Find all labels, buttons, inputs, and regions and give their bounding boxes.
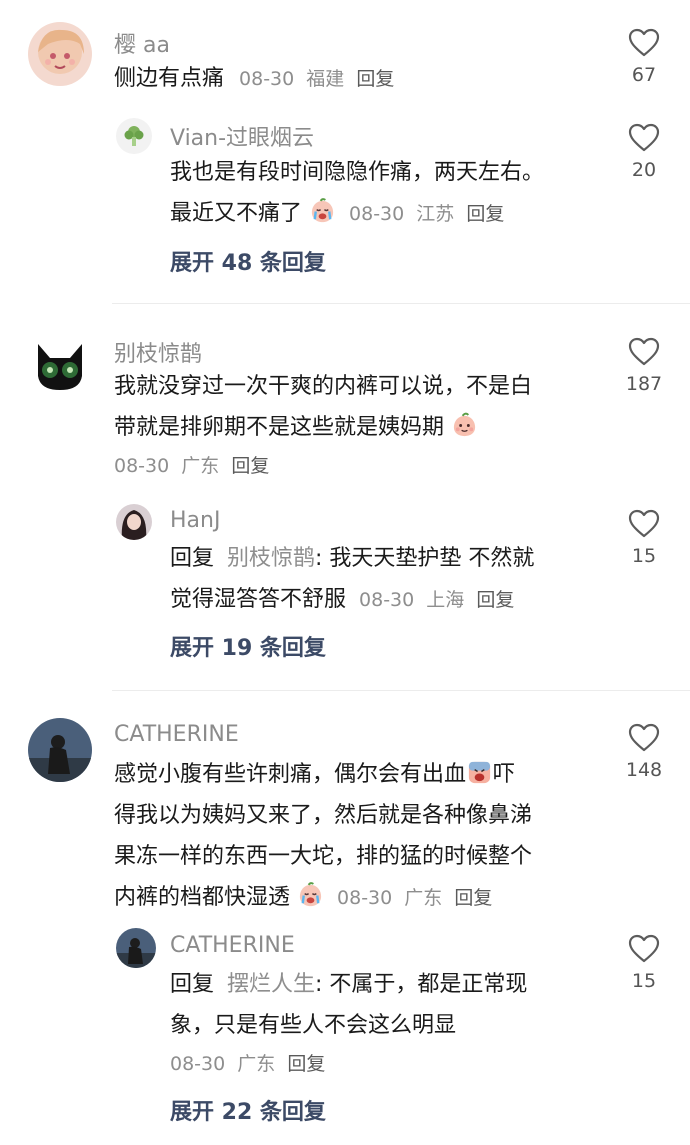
reply-date: 08-30 bbox=[170, 1053, 226, 1075]
divider bbox=[112, 690, 690, 691]
mention-link[interactable]: 摆烂人生 bbox=[227, 972, 315, 997]
crying-face-icon bbox=[299, 882, 322, 907]
reply-author[interactable]: Vian-过眼烟云 bbox=[170, 120, 314, 152]
like-count: 148 bbox=[625, 759, 663, 781]
like-count: 20 bbox=[631, 159, 657, 181]
comment-author[interactable]: CATHERINE bbox=[114, 722, 239, 747]
reply-body-line: 觉得湿答答不舒服 bbox=[170, 587, 347, 612]
divider bbox=[112, 303, 690, 304]
reply-body-line: 象，只是有些人不会这么明显 bbox=[170, 1013, 457, 1038]
avatar[interactable] bbox=[116, 928, 156, 968]
comment-body-line: 果冻一样的东西一大坨，排的猛的时候整个 bbox=[114, 844, 533, 869]
heart-icon bbox=[628, 509, 660, 538]
crying-face-icon bbox=[311, 198, 334, 223]
like-count: 67 bbox=[631, 64, 657, 86]
comment-location: 广东 bbox=[181, 455, 220, 477]
like-button[interactable]: 67 bbox=[614, 28, 674, 86]
reply-author[interactable]: HanJ bbox=[170, 508, 220, 533]
peach-face-icon bbox=[453, 412, 476, 437]
comment-body-line: 得我以为姨妈又来了，然后就是各种像鼻涕 bbox=[114, 803, 533, 828]
reply-body-line: 最近又不痛了 bbox=[170, 201, 303, 226]
expand-replies-button[interactable]: 展开 19 条回复 bbox=[170, 630, 326, 662]
avatar[interactable] bbox=[116, 504, 152, 540]
like-count: 15 bbox=[631, 545, 657, 567]
like-button[interactable]: 15 bbox=[614, 509, 674, 567]
comment-date: 08-30 bbox=[337, 887, 393, 909]
reply-location: 上海 bbox=[426, 589, 465, 611]
avatar[interactable] bbox=[28, 332, 92, 396]
comment-body-line: 吓 bbox=[493, 762, 516, 787]
mention-link[interactable]: 别枝惊鹊 bbox=[227, 546, 315, 571]
reply-text: 回复 别枝惊鹊: 我天天垫护垫 不然就 觉得湿答答不舒服 08-30 上海 回复 bbox=[170, 538, 534, 621]
comment-text: 感觉小腹有些许刺痛，偶尔会有出血 吓 得我以为姨妈又来了，然后就是各种像鼻涕 果… bbox=[114, 754, 532, 919]
comment-body: 侧边有点痛 bbox=[114, 66, 225, 91]
reply-text: 我也是有段时间隐隐作痛，两天左右。 最近又不痛了 08-30 江苏 回复 bbox=[170, 152, 544, 235]
comment-body-line: 带就是排卵期不是这些就是姨妈期 bbox=[114, 415, 445, 440]
expand-replies-button[interactable]: 展开 48 条回复 bbox=[170, 245, 326, 277]
reply-body-line: 我也是有段时间隐隐作痛，两天左右。 bbox=[170, 160, 545, 185]
reply-prefix: 回复 bbox=[170, 546, 215, 571]
reply-text: 回复 摆烂人生: 不属于，都是正常现 象，只是有些人不会这么明显 08-30 广… bbox=[170, 964, 527, 1082]
screaming-face-icon bbox=[468, 761, 491, 784]
reply-body-line: : 不属于，都是正常现 bbox=[315, 972, 528, 997]
reply-button[interactable]: 回复 bbox=[454, 887, 492, 909]
heart-icon bbox=[628, 723, 660, 752]
reply-prefix: 回复 bbox=[170, 972, 215, 997]
comment-location: 广东 bbox=[404, 887, 443, 909]
heart-icon bbox=[628, 28, 660, 57]
like-button[interactable]: 148 bbox=[614, 723, 674, 781]
reply-button[interactable]: 回复 bbox=[287, 1053, 325, 1075]
avatar[interactable] bbox=[116, 118, 152, 154]
like-count: 187 bbox=[625, 373, 663, 395]
reply-body-line: : 我天天垫护垫 不然就 bbox=[315, 546, 535, 571]
comment-location: 福建 bbox=[306, 68, 345, 90]
reply-location: 江苏 bbox=[416, 203, 455, 225]
heart-icon bbox=[628, 337, 660, 366]
reply-button[interactable]: 回复 bbox=[356, 68, 394, 90]
reply-button[interactable]: 回复 bbox=[476, 589, 514, 611]
avatar[interactable] bbox=[28, 22, 92, 86]
comment-date: 08-30 bbox=[114, 455, 170, 477]
comment-body-line: 我就没穿过一次干爽的内裤可以说，不是白 bbox=[114, 374, 533, 399]
reply-author[interactable]: CATHERINE bbox=[170, 933, 295, 958]
reply-date: 08-30 bbox=[359, 589, 415, 611]
reply-date: 08-30 bbox=[349, 203, 405, 225]
avatar[interactable] bbox=[28, 718, 92, 782]
like-count: 15 bbox=[631, 970, 657, 992]
comment-author[interactable]: 别枝惊鹊 bbox=[114, 336, 202, 368]
comment-text: 侧边有点痛 08-30 福建 回复 bbox=[114, 58, 394, 100]
reply-button[interactable]: 回复 bbox=[466, 203, 504, 225]
reply-location: 广东 bbox=[237, 1053, 276, 1075]
expand-replies-button[interactable]: 展开 22 条回复 bbox=[170, 1094, 326, 1126]
heart-icon bbox=[628, 123, 660, 152]
comment-text: 我就没穿过一次干爽的内裤可以说，不是白 带就是排卵期不是这些就是姨妈期 08-3… bbox=[114, 366, 532, 484]
like-button[interactable]: 15 bbox=[614, 934, 674, 992]
comment-author[interactable]: 樱 aa bbox=[114, 27, 170, 59]
like-button[interactable]: 20 bbox=[614, 123, 674, 181]
like-button[interactable]: 187 bbox=[614, 337, 674, 395]
reply-button[interactable]: 回复 bbox=[231, 455, 269, 477]
comment-body-line: 感觉小腹有些许刺痛，偶尔会有出血 bbox=[114, 762, 467, 787]
comment-date: 08-30 bbox=[239, 68, 295, 90]
heart-icon bbox=[628, 934, 660, 963]
comment-body-line: 内裤的档都快湿透 bbox=[114, 885, 291, 910]
